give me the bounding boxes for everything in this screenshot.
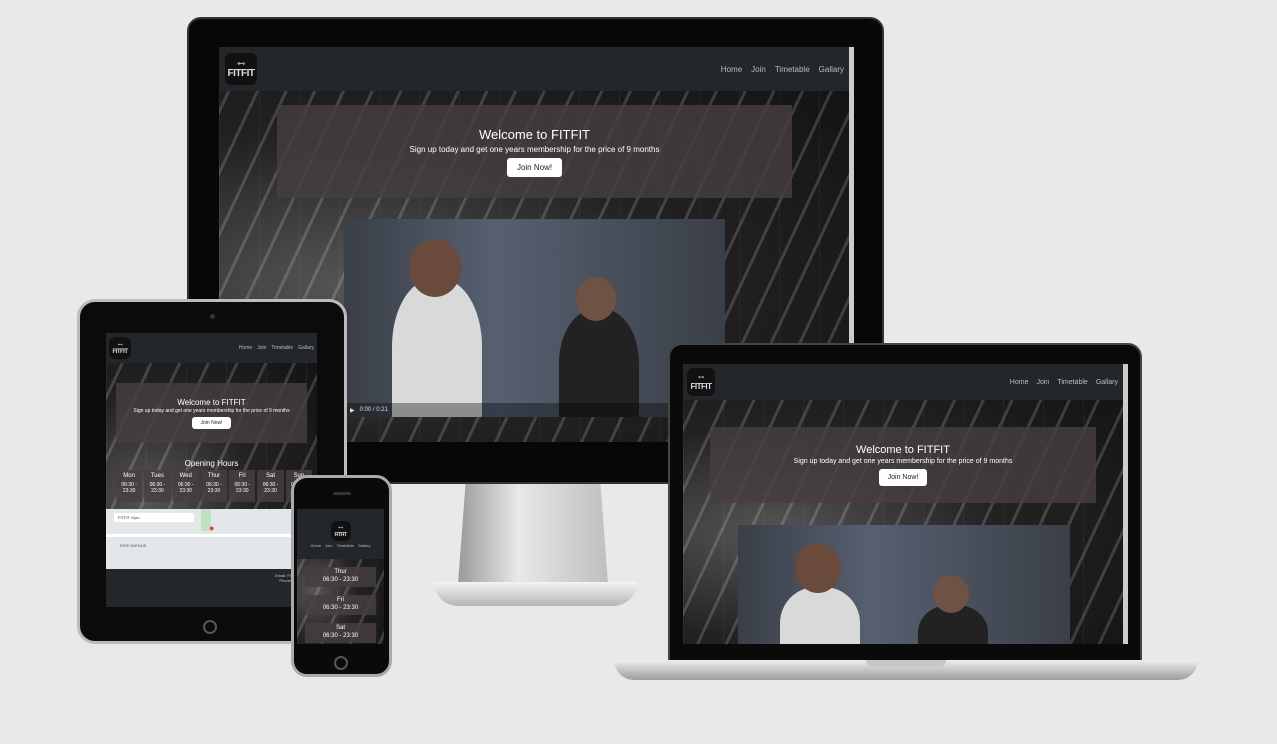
- laptop-video-athlete-right-head: [933, 575, 969, 613]
- social-icons[interactable]: ■■■: [106, 584, 311, 590]
- tablet-home-button[interactable]: [203, 620, 217, 634]
- phone-brand-logo[interactable]: ⊷ FITFIT: [330, 520, 351, 541]
- phone-hours-thur: Thur 06:30 - 23:30: [305, 567, 376, 587]
- phone-nav-join[interactable]: Join: [325, 543, 332, 548]
- hero-banner: Welcome to FITFIT Sign up today and get …: [277, 105, 792, 198]
- laptop-video-athlete-left-head: [795, 543, 841, 593]
- hours-cell-mon: Mon 06:30 - 23:30: [116, 470, 143, 502]
- nav-link-join[interactable]: Join: [751, 65, 766, 74]
- laptop-hero-subtitle: Sign up today and get one years membersh…: [793, 458, 1013, 465]
- laptop-join-button[interactable]: Join Now!: [878, 469, 928, 486]
- tablet-hero-subtitle: Sign up today and get one years membersh…: [133, 407, 290, 414]
- phone-navbar: ⊷ FITFIT Home Join Timetable Gallary: [297, 509, 384, 559]
- phone-speaker: [333, 492, 351, 495]
- laptop-screen: ⊷ FITFIT Home Join Timetable Gallary Wel…: [683, 364, 1128, 644]
- join-now-button[interactable]: Join Now!: [506, 157, 563, 177]
- tablet-brand-logo[interactable]: ⊷ FITFIT: [109, 337, 131, 359]
- phone-hours-fri: Fri 06:30 - 23:30: [305, 595, 376, 615]
- map-pin-icon[interactable]: ●: [209, 523, 214, 533]
- tablet-nav-timetable[interactable]: Timetable: [271, 345, 293, 351]
- play-icon[interactable]: ▶: [350, 407, 355, 414]
- phone-screen: ⊷ FITFIT Home Join Timetable Gallary Thu…: [297, 509, 384, 644]
- phone-home-button[interactable]: [334, 656, 348, 670]
- tablet-footer: Email: FITFIT@gym Phone: 01 23 456 ■■■: [106, 569, 317, 607]
- tablet-screen: ⊷ FITFIT Home Join Timetable Gallary Wel…: [106, 333, 317, 607]
- dumbbell-icon: ⊷: [698, 374, 704, 381]
- dumbbell-icon: ⊷: [117, 342, 123, 348]
- desktop-monitor-stand: [458, 484, 608, 584]
- laptop-notch: [866, 660, 946, 667]
- tablet-nav-home[interactable]: Home: [239, 345, 252, 351]
- hero-title: Welcome to FITFIT: [479, 126, 590, 142]
- video-athlete-left: [392, 279, 482, 417]
- map-info-card: FITFIT Gym: [114, 513, 194, 522]
- nav-link-home[interactable]: Home: [721, 65, 742, 74]
- laptop-hero-title: Welcome to FITFIT: [856, 444, 950, 456]
- video-athlete-left-head: [409, 239, 461, 297]
- nav-link-gallary[interactable]: Gallary: [819, 65, 844, 74]
- tablet-nav-join[interactable]: Join: [257, 345, 266, 351]
- map-road-label: RISE AVENUE: [120, 543, 147, 548]
- opening-hours-table: Mon 06:30 - 23:30 Tues 06:30 - 23:30 Wed 06…: [116, 470, 312, 502]
- hours-cell-thur: Thur 06:30 - 23:30: [200, 470, 228, 502]
- opening-hours-title: Opening Hours: [184, 459, 239, 468]
- laptop-navbar: ⊷ FITFIT Home Join Timetable Gallary: [683, 364, 1128, 400]
- laptop-brand-logo[interactable]: ⊷ FITFIT: [687, 368, 715, 396]
- footer-phone: Phone: 01 23 456: [279, 578, 311, 583]
- laptop-scrollbar[interactable]: [1123, 364, 1128, 644]
- laptop-hero-banner: Welcome to FITFIT Sign up today and get …: [710, 427, 1096, 503]
- laptop-promo-video[interactable]: [738, 525, 1070, 644]
- tablet-hero-title: Welcome to FITFIT: [177, 397, 246, 407]
- laptop-nav-join[interactable]: Join: [1036, 379, 1049, 386]
- navbar: ⊷ FITFIT Home Join Timetable Gallary: [219, 47, 854, 91]
- brand-logo[interactable]: ⊷ FITFIT: [225, 53, 257, 85]
- laptop-nav-home[interactable]: Home: [1010, 379, 1029, 386]
- tablet-nav-gallary[interactable]: Gallary: [298, 345, 314, 351]
- map-road: [106, 534, 317, 537]
- desktop-monitor-base: [434, 582, 637, 606]
- hours-cell-sat: Sat 06:30 - 23:30: [257, 470, 284, 502]
- tablet-hero-banner: Welcome to FITFIT Sign up today and get …: [116, 383, 307, 443]
- nav-link-timetable[interactable]: Timetable: [775, 65, 810, 74]
- laptop-nav-gallary[interactable]: Gallary: [1096, 379, 1118, 386]
- laptop-nav-timetable[interactable]: Timetable: [1057, 379, 1087, 386]
- video-athlete-right: [559, 309, 639, 417]
- dumbbell-icon: ⊷: [237, 58, 245, 68]
- hours-cell-fri: Fri 06:30 - 23:30: [229, 470, 256, 502]
- tablet-camera-icon: [210, 314, 215, 319]
- phone-nav-home[interactable]: Home: [310, 543, 321, 548]
- hero-subtitle: Sign up today and get one years membersh…: [409, 144, 660, 154]
- location-map[interactable]: FITFIT Gym ● RISE AVENUE: [106, 509, 317, 569]
- dumbbell-icon: ⊷: [338, 524, 343, 531]
- hours-cell-wed: Wed 06:30 - 23:30: [172, 470, 199, 502]
- phone-nav-gallary[interactable]: Gallary: [358, 543, 371, 548]
- tablet-navbar: ⊷ FITFIT Home Join Timetable Gallary: [106, 333, 317, 363]
- phone-hours-sat: Sat 06:30 - 23:30: [305, 623, 376, 643]
- phone-nav-timetable[interactable]: Timetable: [336, 543, 353, 548]
- tablet-join-button[interactable]: Join Now!: [191, 416, 232, 429]
- laptop-video-athlete-left: [780, 587, 860, 644]
- hours-cell-tues: Tues 06:30 - 23:30: [144, 470, 171, 502]
- video-athlete-right-head: [576, 277, 616, 321]
- video-time: 0:00 / 0:21: [359, 407, 388, 413]
